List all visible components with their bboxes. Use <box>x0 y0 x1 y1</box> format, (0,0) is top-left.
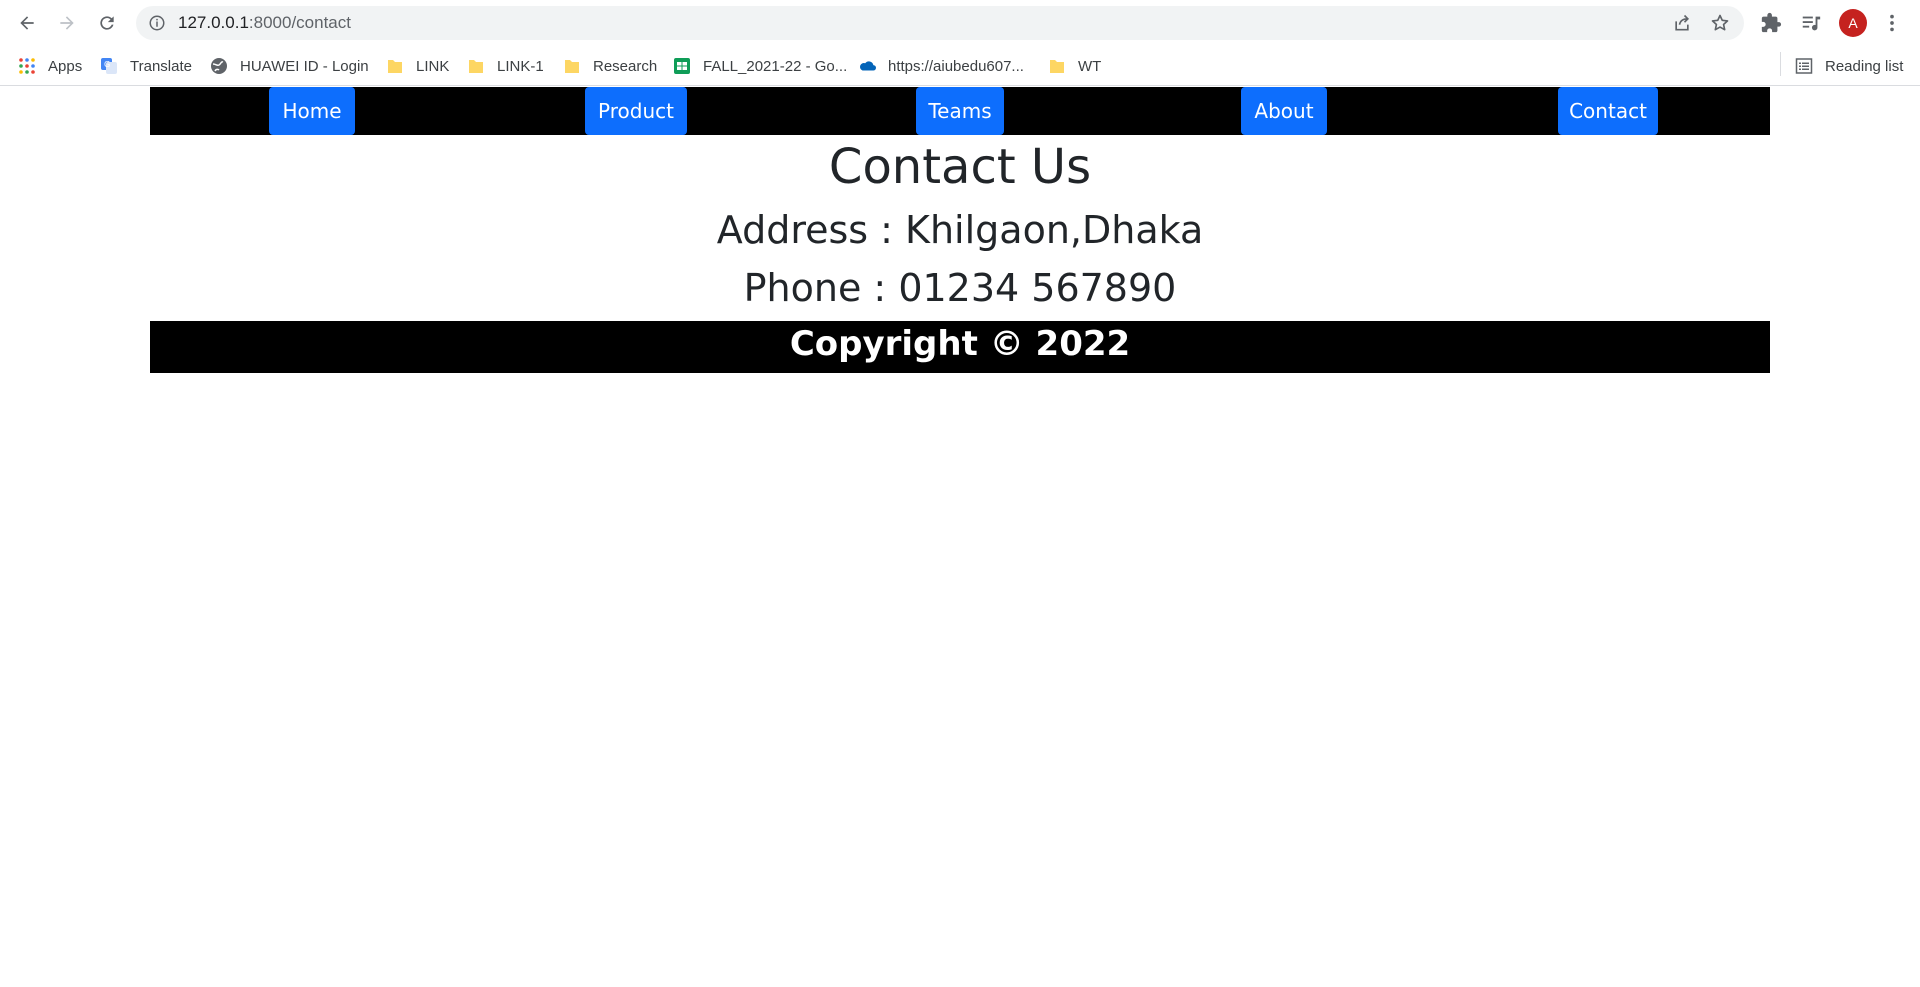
url-text[interactable]: 127.0.0.1:8000/contact <box>178 14 351 32</box>
bookmark-label: HUAWEI ID - Login <box>240 57 369 75</box>
bookmark-wt[interactable]: WT <box>1048 54 1101 78</box>
nav-product-button[interactable]: Product <box>585 87 687 135</box>
back-button[interactable] <box>12 8 42 38</box>
bookmarks-separator <box>1780 52 1781 76</box>
bookmarks-bar: Apps G Translate HUAWEI ID - Login LINK … <box>0 46 1920 86</box>
browser-toolbar: 127.0.0.1:8000/contact A <box>0 0 1920 46</box>
folder-icon <box>565 60 579 73</box>
forward-button[interactable] <box>52 8 82 38</box>
phone-text: Phone : 01234 567890 <box>743 266 1177 310</box>
reading-list-icon <box>1795 58 1813 74</box>
bookmark-link[interactable]: LINK <box>386 54 449 78</box>
bookmark-label: WT <box>1078 57 1102 75</box>
nav-contact-button[interactable]: Contact <box>1558 87 1658 135</box>
globe-icon <box>211 58 227 74</box>
address-text: Address : Khilgaon,Dhaka <box>716 208 1204 252</box>
site-navbar: Home Product Teams About Contact <box>150 87 1770 135</box>
bookmark-label: LINK <box>416 57 450 75</box>
back-arrow-icon <box>20 16 34 30</box>
bookmark-research[interactable]: Research <box>563 54 657 78</box>
reload-button[interactable] <box>92 8 122 38</box>
bookmark-onedrive[interactable]: https://aiubedu607... <box>858 54 1024 78</box>
puzzle-icon <box>1761 12 1782 33</box>
translate-icon: G <box>101 58 117 74</box>
bookmark-label: LINK-1 <box>497 57 544 75</box>
bookmark-link-1[interactable]: LINK-1 <box>467 54 544 78</box>
bookmark-huawei[interactable]: HUAWEI ID - Login <box>210 54 369 78</box>
reading-list-label: Reading list <box>1825 57 1904 75</box>
url-host: 127.0.0.1 <box>178 13 249 32</box>
more-vert-icon <box>1890 14 1894 32</box>
bookmark-label: Translate <box>130 57 192 75</box>
bookmark-translate[interactable]: G Translate <box>100 54 192 78</box>
apps-grid-icon <box>19 58 35 74</box>
bookmark-star-icon[interactable] <box>1710 13 1730 33</box>
address-bar[interactable]: 127.0.0.1:8000/contact <box>136 6 1744 40</box>
forward-arrow-icon <box>60 16 74 30</box>
nav-teams-button[interactable]: Teams <box>916 87 1004 135</box>
folder-icon <box>1050 60 1064 73</box>
bookmark-label: FALL_2021-22 - Go... <box>703 57 848 75</box>
extensions-button[interactable] <box>1759 11 1783 35</box>
info-icon[interactable] <box>148 14 166 32</box>
page-footer: Copyright © 2022 <box>150 321 1770 373</box>
sheets-icon <box>674 58 690 74</box>
page-title: Contact Us <box>828 139 1092 195</box>
playlist-icon <box>1802 16 1821 31</box>
reload-icon <box>100 16 114 30</box>
svg-text:G: G <box>104 60 110 69</box>
reading-list-button[interactable]: Reading list <box>1795 54 1903 78</box>
folder-icon <box>469 60 483 73</box>
nav-home-button[interactable]: Home <box>269 87 355 135</box>
bookmark-apps[interactable]: Apps <box>18 54 82 78</box>
onedrive-icon <box>860 61 876 71</box>
share-icon[interactable] <box>1672 13 1692 33</box>
bookmark-fall-sheet[interactable]: FALL_2021-22 - Go... <box>673 54 847 78</box>
media-control-button[interactable] <box>1799 11 1823 35</box>
copyright-text: Copyright © 2022 <box>789 324 1131 364</box>
url-path: :8000/contact <box>248 13 351 32</box>
bookmark-label: Apps <box>48 57 83 75</box>
bookmark-label: Research <box>593 57 658 75</box>
bookmark-label: https://aiubedu607... <box>888 57 1024 75</box>
profile-avatar[interactable]: A <box>1839 9 1867 37</box>
folder-icon <box>388 60 402 73</box>
nav-about-button[interactable]: About <box>1241 87 1327 135</box>
browser-menu-button[interactable] <box>1880 11 1904 35</box>
